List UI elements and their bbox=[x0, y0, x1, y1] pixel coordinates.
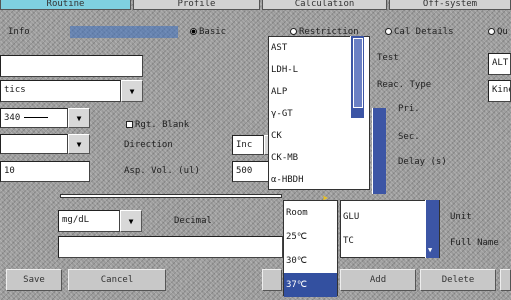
info-label: Info bbox=[8, 27, 30, 37]
list-item[interactable]: 25℃ bbox=[284, 225, 337, 249]
list-item[interactable]: Room bbox=[284, 201, 337, 225]
radio-dot-icon bbox=[385, 28, 392, 35]
delete-button[interactable]: Delete bbox=[420, 269, 496, 291]
decimal-label: Decimal bbox=[174, 216, 212, 226]
radio-dot-icon bbox=[190, 28, 197, 35]
profile-list-scrollbar[interactable]: ▼ bbox=[425, 200, 439, 258]
analysis-method-field[interactable]: tics bbox=[0, 80, 121, 102]
delay-label: Delay (s) bbox=[398, 157, 447, 167]
rgt-blank-label: Rgt. Blank bbox=[135, 120, 190, 130]
wavelength-field[interactable]: 340 bbox=[0, 108, 68, 128]
test-list-scrollbar[interactable] bbox=[350, 36, 364, 118]
chevron-down-icon[interactable]: ▼ bbox=[120, 210, 142, 232]
list-item[interactable]: α-HBDH bbox=[269, 169, 369, 191]
radio-dot-icon bbox=[290, 28, 297, 35]
sec-label: Sec. bbox=[398, 132, 420, 142]
asp-vol-label: Asp. Vol. (ul) bbox=[124, 166, 200, 176]
sample-volume-field[interactable]: 10 bbox=[0, 161, 90, 182]
list-item[interactable]: CK bbox=[269, 125, 369, 147]
chevron-down-icon[interactable]: ▼ bbox=[428, 246, 432, 254]
tab-profile[interactable]: Profile bbox=[133, 0, 260, 10]
list-scrollbar[interactable] bbox=[372, 108, 386, 194]
chevron-down-icon[interactable]: ▼ bbox=[121, 80, 143, 102]
tab-calculation[interactable]: Calculation bbox=[262, 0, 387, 10]
radio-basic-label: Basic bbox=[199, 27, 227, 37]
radio-qu-label: Qu bbox=[497, 27, 508, 37]
save-button[interactable]: Save bbox=[6, 269, 62, 291]
radio-dot-icon bbox=[488, 28, 495, 35]
add-button[interactable]: Add bbox=[340, 269, 416, 291]
cancel-button[interactable]: Cancel bbox=[68, 269, 166, 291]
test-name-field[interactable]: ALT bbox=[488, 53, 511, 75]
divider-bar bbox=[60, 194, 282, 198]
temperature-list[interactable]: Room 25℃ 30℃ 37℃ bbox=[283, 200, 338, 297]
tab-routine[interactable]: Routine bbox=[0, 0, 131, 10]
list-item[interactable]: CK-MB bbox=[269, 147, 369, 169]
info-tab-highlight bbox=[70, 26, 178, 38]
full-name-field[interactable] bbox=[58, 236, 283, 258]
wavelength-value: 340 bbox=[4, 113, 21, 123]
list-item-selected[interactable]: 37℃ bbox=[284, 273, 337, 297]
pri-label: Pri. bbox=[398, 104, 420, 114]
more-button[interactable] bbox=[500, 269, 511, 291]
radio-cal-details-label: Cal Details bbox=[394, 27, 454, 37]
test-label: Test bbox=[377, 53, 399, 63]
radio-cal-details[interactable]: Cal Details bbox=[385, 27, 454, 37]
reac-type-label: Reac. Type bbox=[377, 80, 432, 90]
unit-label: Unit bbox=[450, 212, 472, 222]
list-item[interactable]: 30℃ bbox=[284, 249, 337, 273]
blank-button[interactable] bbox=[262, 269, 282, 291]
secondary-wavelength-field[interactable] bbox=[0, 134, 68, 154]
name-field[interactable] bbox=[0, 55, 143, 77]
chevron-down-icon[interactable]: ▼ bbox=[68, 134, 90, 154]
full-name-label: Full Name bbox=[450, 238, 499, 248]
radio-basic[interactable]: Basic bbox=[190, 27, 226, 37]
direction-select[interactable]: Inc bbox=[232, 135, 264, 155]
tab-off-system[interactable]: Off-system bbox=[389, 0, 511, 10]
checkbox-icon bbox=[126, 121, 133, 128]
reac-type-field[interactable]: Kine bbox=[488, 80, 511, 102]
direction-label: Direction bbox=[124, 140, 173, 150]
radio-qu[interactable]: Qu bbox=[488, 27, 508, 37]
scroll-thumb[interactable] bbox=[353, 38, 363, 108]
rgt-blank-checkbox[interactable]: Rgt. Blank bbox=[126, 120, 189, 130]
unit-select[interactable]: mg/dL bbox=[58, 210, 120, 232]
chevron-down-icon[interactable]: ▼ bbox=[68, 108, 90, 128]
